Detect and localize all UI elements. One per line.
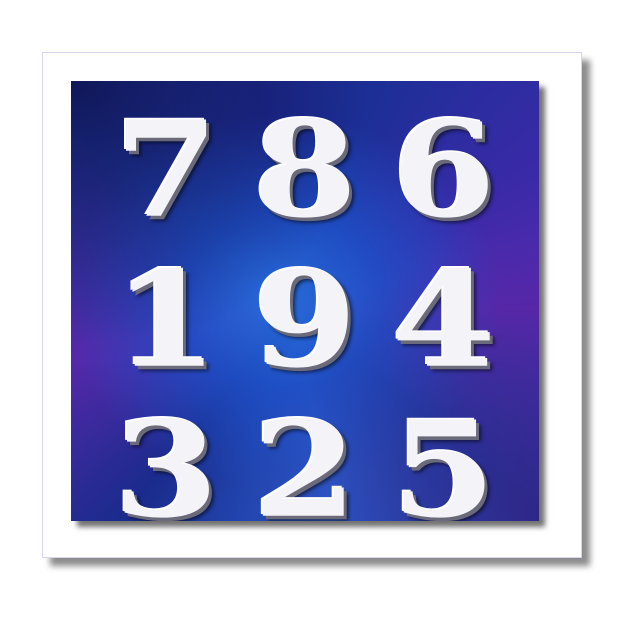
icon-frame: 7 8 6 1 9 4 3 2 5 xyxy=(42,52,582,558)
digit-r2-c3: 4 xyxy=(391,242,496,398)
digit-r1-c1: 7 xyxy=(114,92,219,248)
digit-r2-c1: 1 xyxy=(114,242,219,398)
number-grid-panel: 7 8 6 1 9 4 3 2 5 xyxy=(71,81,539,521)
digit-r3-c3: 5 xyxy=(391,392,496,521)
number-grid: 7 8 6 1 9 4 3 2 5 xyxy=(71,81,539,521)
digit-r2-c2: 9 xyxy=(252,242,358,398)
digit-r1-c2: 8 xyxy=(252,92,358,248)
icon-canvas: 7 8 6 1 9 4 3 2 5 xyxy=(0,0,630,630)
digit-r1-c3: 6 xyxy=(391,92,496,248)
digit-r3-c1: 3 xyxy=(114,392,219,521)
digit-r3-c2: 2 xyxy=(252,392,358,521)
